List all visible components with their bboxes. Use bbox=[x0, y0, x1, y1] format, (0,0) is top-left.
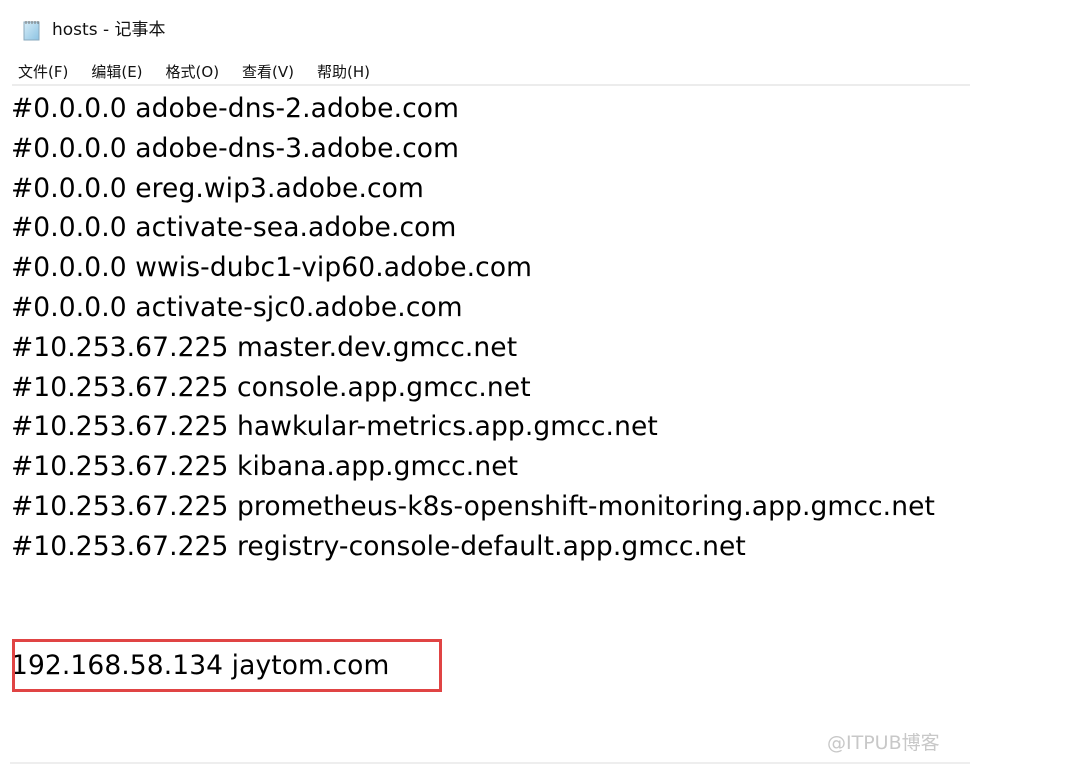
menu-help[interactable]: 帮助(H) bbox=[317, 61, 370, 82]
notepad-icon bbox=[22, 19, 42, 41]
text-line[interactable]: #10.253.67.225 kibana.app.gmcc.net bbox=[11, 447, 971, 487]
text-line[interactable]: #10.253.67.225 console.app.gmcc.net bbox=[11, 368, 971, 408]
text-line[interactable] bbox=[11, 567, 971, 607]
watermark: @ITPUB博客 bbox=[827, 732, 940, 754]
text-line[interactable]: #10.253.67.225 hawkular-metrics.app.gmcc… bbox=[11, 407, 971, 447]
text-editor-area[interactable]: #0.0.0.0 adobe-dns-2.adobe.com #0.0.0.0 … bbox=[11, 89, 971, 729]
text-line[interactable]: #0.0.0.0 wwis-dubc1-vip60.adobe.com bbox=[11, 248, 971, 288]
text-line[interactable]: #0.0.0.0 adobe-dns-2.adobe.com bbox=[11, 89, 971, 129]
menu-format[interactable]: 格式(O) bbox=[166, 61, 220, 82]
menu-view[interactable]: 查看(V) bbox=[242, 61, 294, 82]
menu-divider bbox=[12, 84, 970, 86]
text-line[interactable]: #10.253.67.225 master.dev.gmcc.net bbox=[11, 328, 971, 368]
menu-file[interactable]: 文件(F) bbox=[18, 61, 68, 82]
text-line[interactable]: #0.0.0.0 activate-sea.adobe.com bbox=[11, 208, 971, 248]
text-line[interactable]: #0.0.0.0 activate-sjc0.adobe.com bbox=[11, 288, 971, 328]
highlight-annotation-box bbox=[12, 639, 442, 692]
bottom-divider bbox=[10, 762, 970, 764]
text-line[interactable]: #10.253.67.225 registry-console-default.… bbox=[11, 527, 971, 567]
menu-edit[interactable]: 编辑(E) bbox=[91, 61, 142, 82]
text-line[interactable]: #0.0.0.0 adobe-dns-3.adobe.com bbox=[11, 129, 971, 169]
menu-bar: 文件(F) 编辑(E) 格式(O) 查看(V) 帮助(H) bbox=[18, 58, 393, 84]
window-title: hosts - 记事本 bbox=[52, 20, 166, 40]
text-line[interactable]: #10.253.67.225 prometheus-k8s-openshift-… bbox=[11, 487, 971, 527]
text-line[interactable]: #0.0.0.0 ereg.wip3.adobe.com bbox=[11, 169, 971, 209]
